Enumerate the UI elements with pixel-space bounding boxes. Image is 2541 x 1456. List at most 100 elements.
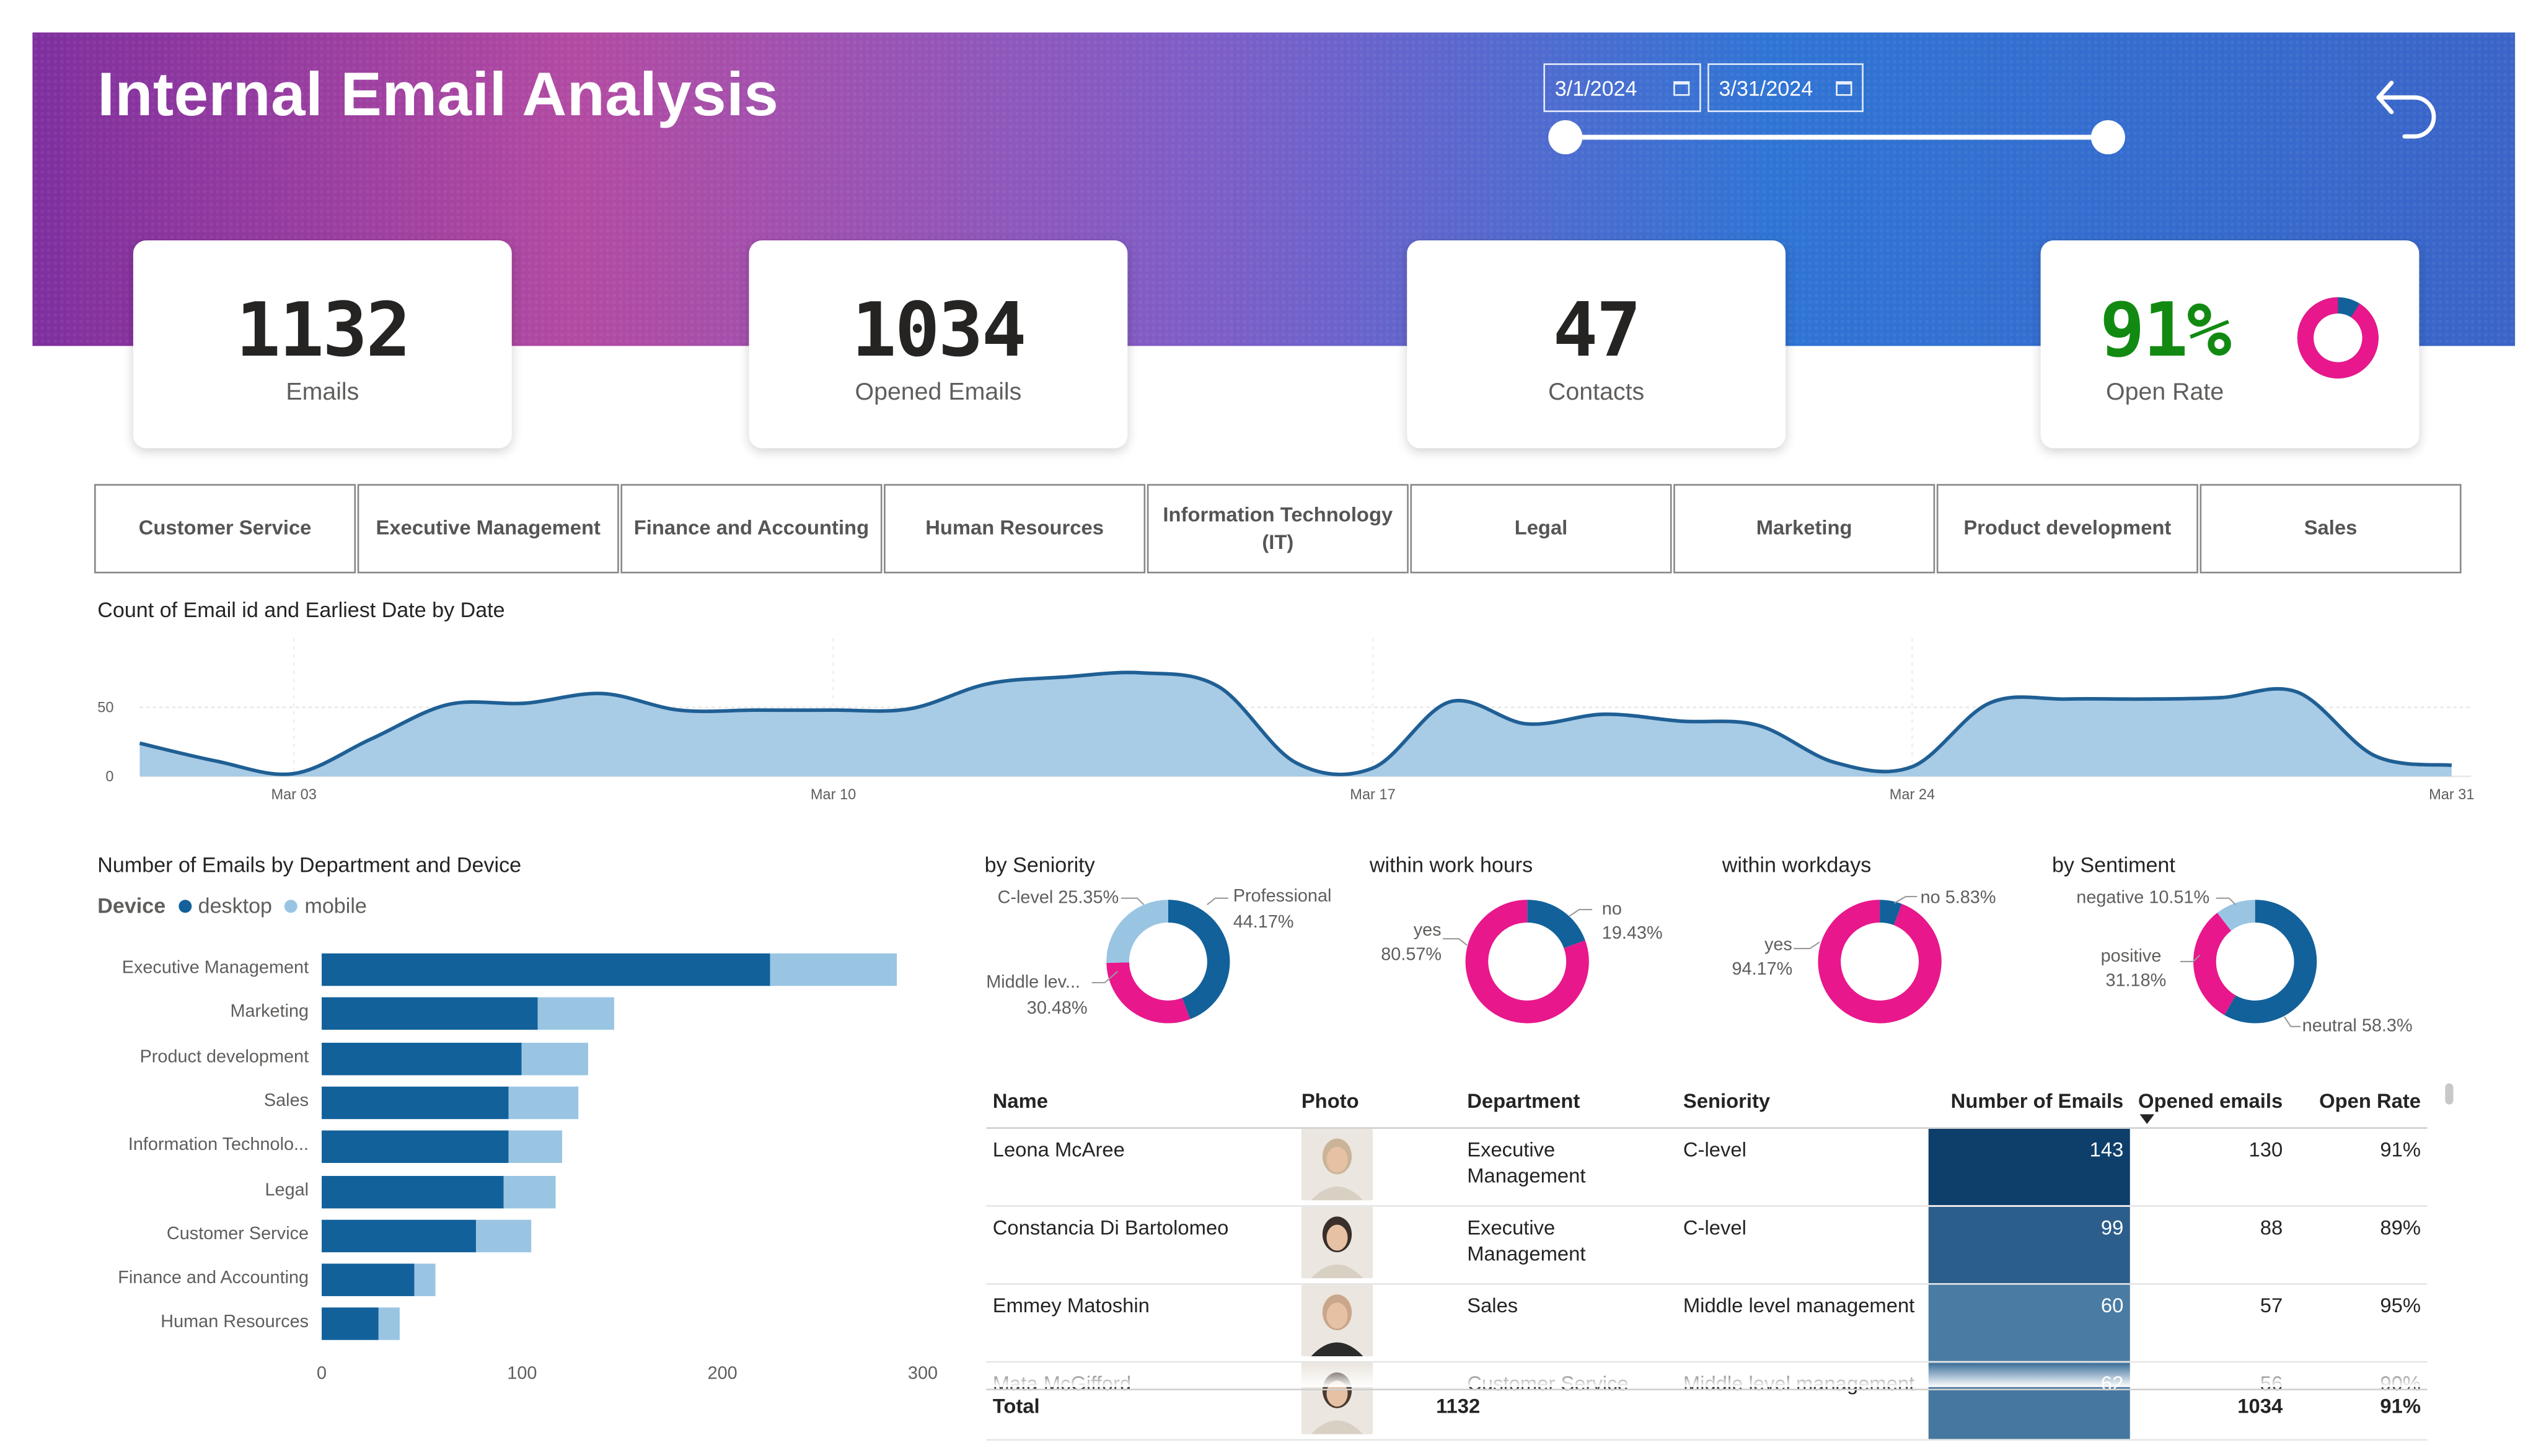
work-hours-no-pct: 19.43% (1601, 924, 1663, 944)
data-point[interactable] (1904, 758, 1920, 774)
kpi-contacts-label: Contacts (1548, 378, 1645, 406)
col-header-opened-emails-label: Opened emails (2138, 1089, 2283, 1113)
total-label: Total (992, 1395, 1040, 1418)
bar-desktop[interactable] (322, 953, 771, 986)
dept-button-marketing[interactable]: Marketing (1673, 484, 1935, 574)
table-header-row: Name Photo Department Seniority Number o… (986, 1075, 2428, 1128)
table-row[interactable]: Constancia Di Bartolomeo Executive Manage… (986, 1205, 2428, 1284)
col-header-name[interactable]: Name (986, 1075, 1295, 1128)
bar-desktop[interactable] (322, 1219, 476, 1252)
bar-mobile[interactable] (508, 1131, 562, 1164)
bar-category-label: Human Resources (161, 1313, 309, 1333)
cell-photo (1295, 1127, 1461, 1206)
data-point[interactable] (979, 676, 995, 692)
data-point[interactable] (1596, 706, 1612, 722)
cell-opened-emails: 130 (2129, 1127, 2289, 1206)
sort-desc-icon[interactable] (2139, 1114, 2155, 1125)
bar-desktop[interactable] (322, 1308, 378, 1341)
data-point[interactable] (2213, 690, 2229, 706)
col-header-department[interactable]: Department (1460, 1075, 1677, 1128)
date-from-input[interactable]: 3/1/2024 (1543, 63, 1701, 112)
bar-desktop[interactable] (322, 1263, 414, 1297)
bar-desktop[interactable] (322, 1131, 508, 1164)
calendar-icon[interactable] (1836, 80, 1852, 95)
bar-desktop[interactable] (322, 1042, 522, 1075)
data-point[interactable] (1442, 694, 1458, 710)
total-open-rate: 91% (2380, 1395, 2421, 1418)
x-tick-label: 300 (907, 1364, 938, 1384)
ring-open-rate (2297, 297, 2379, 379)
donut-leader-lines (1091, 896, 2301, 1027)
table-row[interactable]: Leona McAree Executive Management C-level 1… (986, 1127, 2428, 1206)
bar-category-label: Customer Service (166, 1224, 309, 1244)
col-header-photo[interactable]: Photo (1295, 1075, 1461, 1128)
kpi-open-rate-label: Open Rate (2106, 378, 2224, 406)
data-point[interactable] (1056, 669, 1072, 685)
bar-desktop[interactable] (322, 1175, 504, 1208)
bar-category-label: Marketing (230, 1002, 309, 1022)
bar-category-label: Finance and Accounting (118, 1268, 309, 1289)
bar-desktop[interactable] (322, 1086, 508, 1119)
table-scrollbar[interactable] (2445, 1083, 2454, 1105)
col-header-number-of-emails[interactable]: Number of Emails (1928, 1075, 2130, 1128)
data-point[interactable] (1519, 716, 1535, 732)
back-arrow-icon[interactable] (2369, 71, 2444, 146)
data-point[interactable] (2135, 691, 2151, 707)
table-row[interactable]: Emmey Matoshin Sales Middle level manageme… (986, 1283, 2428, 1362)
slider-end-handle[interactable] (2090, 120, 2125, 155)
cell-name: Leona McAree (986, 1127, 1295, 1206)
data-point[interactable] (2058, 691, 2074, 707)
data-point[interactable] (2289, 684, 2305, 700)
calendar-icon[interactable] (1673, 80, 1690, 95)
x-tick-label: Mar 17 (1350, 786, 1395, 802)
col-header-seniority[interactable]: Seniority (1676, 1075, 1929, 1128)
dept-button-information-technology-it[interactable]: Information Technology (IT) (1147, 484, 1409, 574)
data-point[interactable] (1750, 717, 1766, 734)
bar-category-label: Product development (139, 1046, 309, 1067)
avatar-photo (1301, 1284, 1373, 1356)
bar-mobile[interactable] (508, 1086, 578, 1119)
donut-work-hours-title: within work hours (1369, 853, 1533, 877)
bar-desktop[interactable] (322, 998, 539, 1030)
dept-button-product-development[interactable]: Product development (1936, 484, 2198, 574)
col-header-opened-emails[interactable]: Opened emails (2129, 1075, 2289, 1128)
data-point[interactable] (1288, 755, 1304, 771)
person-avatar-icon (1301, 1206, 1373, 1278)
col-header-open-rate[interactable]: Open Rate (2289, 1075, 2428, 1128)
cell-name: Constancia Di Bartolomeo (986, 1205, 1295, 1284)
bar-mobile[interactable] (377, 1308, 400, 1341)
work-hours-yes-label: yes (1413, 921, 1442, 941)
date-to-input[interactable]: 3/31/2024 (1707, 63, 1864, 112)
data-point[interactable] (1981, 695, 1997, 711)
bar-mobile[interactable] (538, 998, 615, 1030)
bar-mobile[interactable] (504, 1175, 557, 1208)
kpi-open-rate-card: 91% Open Rate (2040, 240, 2420, 449)
bar-mobile[interactable] (522, 1042, 589, 1075)
data-point[interactable] (1827, 755, 1843, 771)
donut-sentiment-title: by Sentiment (2051, 853, 2175, 877)
date-from-value: 3/1/2024 (1554, 75, 1637, 100)
cell-photo (1295, 1283, 1461, 1362)
open-rate-ring (2297, 297, 2379, 379)
data-point[interactable] (1365, 760, 1381, 776)
donut-seniority-title: by Seniority (984, 853, 1095, 877)
dept-button-sales[interactable]: Sales (2200, 484, 2462, 574)
data-point[interactable] (2366, 748, 2382, 764)
cell-open-rate: 89% (2289, 1205, 2428, 1284)
data-point[interactable] (1210, 678, 1226, 695)
bar-mobile[interactable] (413, 1263, 436, 1297)
sentiment-negative-label: negative 10.51% (2076, 888, 2210, 908)
data-point[interactable] (2444, 757, 2460, 773)
bar-category-label: Information Technolo... (128, 1135, 309, 1156)
date-range-slider[interactable] (1564, 134, 2108, 140)
data-point[interactable] (1134, 665, 1150, 681)
dept-button-legal[interactable]: Legal (1410, 484, 1672, 574)
slider-start-handle[interactable] (1548, 120, 1583, 155)
x-tick-label: 100 (507, 1364, 537, 1384)
bar-category-label: Executive Management (121, 958, 309, 978)
bar-mobile[interactable] (475, 1219, 532, 1252)
cell-number-of-emails: 60 (1928, 1283, 2130, 1362)
data-point[interactable] (1673, 713, 1689, 729)
x-tick-label: Mar 31 (2429, 786, 2474, 802)
bar-mobile[interactable] (770, 953, 897, 986)
